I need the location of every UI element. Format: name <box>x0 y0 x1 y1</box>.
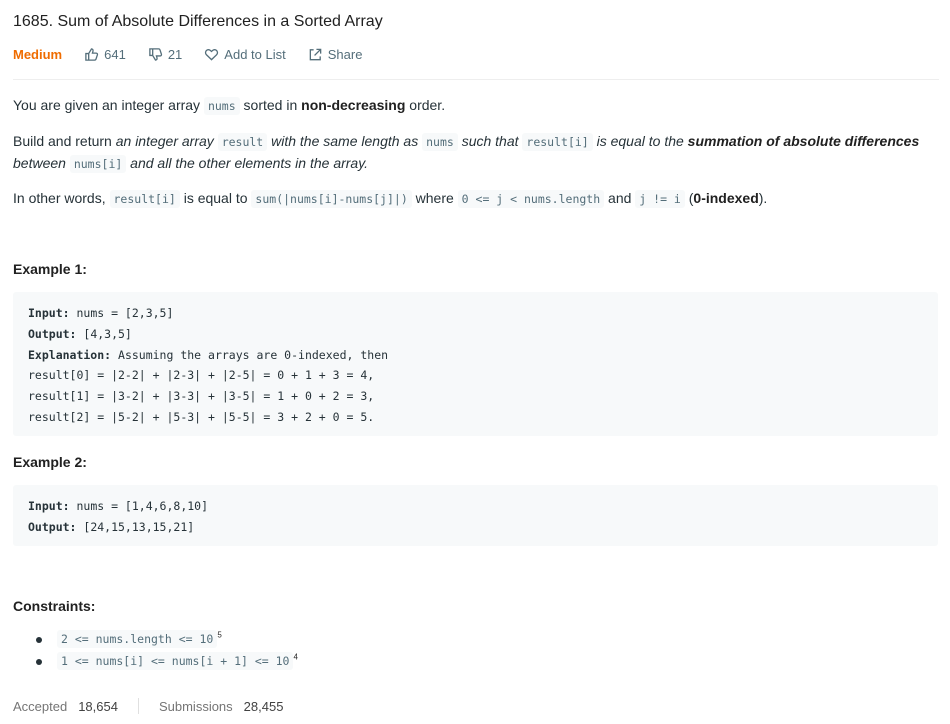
like-count: 641 <box>104 47 126 62</box>
accepted-count: 18,654 <box>78 698 118 714</box>
share-button[interactable]: Share <box>308 47 363 62</box>
description-paragraph-2: Build and return an integer array result… <box>13 133 920 173</box>
submissions-count: 28,455 <box>243 698 284 714</box>
heart-icon <box>205 49 219 61</box>
problem-title: 1685. Sum of Absolute Differences in a S… <box>13 13 383 30</box>
example-1-block: Input: nums = [2,3,5] Output: [4,3,5] Ex… <box>13 292 938 436</box>
example-2-block: Input: nums = [1,4,6,8,10] Output: [24,1… <box>13 485 938 546</box>
thumbs-up-icon <box>85 48 99 61</box>
constraints-heading: Constraints: <box>13 598 96 614</box>
submission-stats: Accepted 18,654 Submissions 28,455 <box>13 698 283 714</box>
example-2-heading: Example 2: <box>13 454 87 470</box>
add-to-list-button[interactable]: Add to List <box>204 47 286 62</box>
problem-meta-bar: Medium 641 21 Add to List Share <box>13 47 384 62</box>
stats-divider <box>137 698 139 714</box>
constraint-item: 1 <= nums[i] <= nums[i + 1] <= 10 4 <box>13 650 298 672</box>
dislike-count: 21 <box>167 47 183 62</box>
header-divider <box>13 79 939 80</box>
accepted-label: Accepted <box>13 698 68 714</box>
description-paragraph-3: In other words, result[i] is equal to su… <box>13 190 768 208</box>
dislike-button[interactable]: 21 <box>148 47 182 62</box>
difficulty-badge: Medium <box>13 47 63 62</box>
add-to-list-label: Add to List <box>224 47 286 62</box>
description-paragraph-1: You are given an integer array nums sort… <box>13 97 446 115</box>
like-button[interactable]: 641 <box>84 47 126 62</box>
constraint-item: 2 <= nums.length <= 10 5 <box>13 628 298 650</box>
thumbs-down-icon <box>149 48 162 61</box>
share-icon <box>309 48 322 61</box>
constraints-list: 2 <= nums.length <= 10 5 1 <= nums[i] <= … <box>13 628 298 672</box>
share-label: Share <box>327 47 363 62</box>
example-1-heading: Example 1: <box>13 261 87 277</box>
submissions-label: Submissions <box>158 698 233 714</box>
